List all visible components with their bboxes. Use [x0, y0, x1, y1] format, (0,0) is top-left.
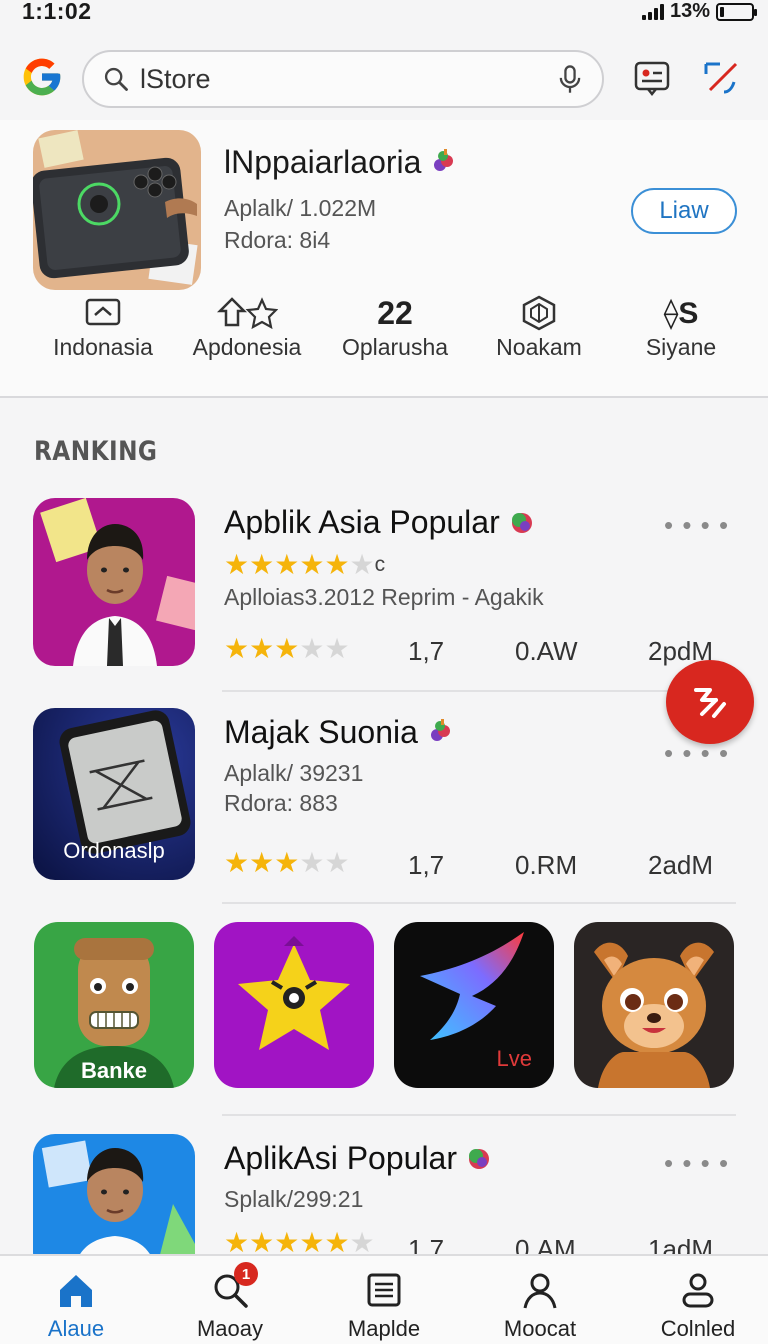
stat-size: 2adM — [648, 850, 714, 880]
meta-item-device: Indonasia — [28, 294, 178, 361]
grid-app[interactable] — [214, 922, 374, 1088]
profile-icon — [682, 1273, 714, 1308]
featured-app-line2: Rdora: 8i4 — [224, 227, 331, 253]
battery-percent: 13% — [669, 0, 710, 22]
install-button[interactable]: Liaw — [631, 188, 737, 234]
featured-app-meta: Aplalk/ 1.022M Rdora: 8i4 — [224, 192, 376, 256]
search-query[interactable]: lStore — [140, 64, 556, 95]
notification-badge: 1 — [234, 1262, 258, 1286]
bottom-navigation: Alaue 1 Maoay Maplde Moocat Colnled — [0, 1254, 768, 1344]
meta-item-size: ⟠S Siyane — [645, 296, 717, 361]
grid-app[interactable] — [574, 922, 734, 1088]
app-thumbnail[interactable] — [33, 1134, 195, 1254]
device-icon — [85, 298, 121, 326]
share-icon — [694, 688, 726, 718]
more-options-icon[interactable]: • • • • — [664, 510, 729, 541]
status-bar: 1:1:02 13% — [0, 0, 768, 26]
mic-icon[interactable] — [556, 63, 584, 95]
section-divider — [0, 396, 768, 398]
ranking-item[interactable]: Apblik Asia Popular ★ ★ ★ ★ ★ ★ c Aplloias3.2… — [0, 498, 768, 688]
status-time: 1:1:02 — [22, 0, 92, 24]
row-divider — [222, 690, 736, 692]
edit-icon[interactable] — [702, 58, 742, 98]
nav-item-list[interactable]: Maplde — [324, 1270, 444, 1342]
app-meta-secondary: Rdora: 883 — [224, 790, 338, 816]
app-title[interactable]: Apblik Asia Popular — [224, 504, 535, 541]
app-grid: Banke Lve — [0, 922, 768, 1090]
list-icon — [367, 1273, 401, 1307]
status-indicators: 13% — [641, 0, 757, 23]
nav-item-search[interactable]: 1 Maoay — [170, 1262, 290, 1342]
search-icon — [104, 67, 128, 91]
featured-app[interactable]: lNppaiarlaoria Aplalk/ 1.022M Rdora: 8i4… — [0, 120, 768, 396]
grid-app[interactable]: Banke — [34, 922, 194, 1088]
app-title[interactable]: Majak Suonia — [224, 714, 453, 751]
meta-item-rating: Apdonesia — [172, 294, 322, 361]
grid-app-label: Banke — [80, 1058, 148, 1083]
app-title[interactable]: AplikAsi Popular — [224, 1140, 492, 1177]
profile-card-icon[interactable] — [632, 58, 672, 98]
person-icon — [523, 1273, 557, 1309]
stat-downloads: 0.AM — [515, 1234, 576, 1254]
featured-app-title[interactable]: lNppaiarlaoria — [224, 144, 456, 181]
app-meta: Aplloias3.2012 Reprim - Agakik — [224, 584, 544, 610]
star-rating: ★ ★ ★ ★ ★ ★ c — [224, 549, 386, 580]
grid-app[interactable]: Lve — [394, 922, 554, 1088]
ranking-item[interactable]: Ordonaslp Majak Suonia Aplalk/ 39231 Rdo… — [0, 708, 768, 898]
nav-item-profile[interactable]: Colnled — [638, 1270, 758, 1342]
app-thumbnail[interactable] — [33, 498, 195, 666]
shield-icon — [522, 295, 556, 331]
stat-rating: 1,7 — [408, 850, 445, 880]
section-title-ranking: RANKING — [34, 436, 158, 467]
app-badge-icon — [511, 513, 532, 533]
thumb-label: Ordonaslp — [63, 838, 165, 863]
ranking-item[interactable]: AplikAsi Popular Splalk/299:21 ★ ★ ★ ★ ★ ★ 1,… — [0, 1134, 768, 1254]
battery-icon — [716, 2, 757, 21]
signal-icon — [641, 3, 664, 20]
stat-size: 1adM — [648, 1234, 714, 1254]
star-rating: ★ ★ ★ ★ ★ — [224, 847, 350, 878]
stat-rating: 1,7 — [408, 636, 445, 666]
star-rating: ★ ★ ★ ★ ★ — [224, 633, 350, 664]
stat-downloads: 0.RM — [515, 850, 578, 880]
meta-item-shield: Noakam — [464, 294, 614, 361]
top-bar: lStore — [0, 40, 768, 120]
meta-item-count: 22 Oplarusha — [341, 294, 449, 361]
grid-app-label: Lve — [496, 1046, 532, 1071]
featured-meta-row: Indonasia Apdonesia 22 Oplarusha Noakam … — [0, 294, 768, 374]
app-badge-icon — [434, 149, 454, 171]
google-logo-icon[interactable] — [20, 55, 64, 99]
star-rating: ★ ★ ★ ★ ★ ★ — [224, 1227, 375, 1255]
app-badge-icon — [430, 719, 450, 741]
app-thumbnail[interactable]: Ordonaslp — [33, 708, 195, 880]
more-options-icon[interactable]: • • • • — [664, 1148, 729, 1179]
app-meta: Aplalk/ 39231 — [224, 760, 364, 786]
stat-rating: 1,7 — [408, 1234, 445, 1254]
search-bar[interactable]: lStore — [82, 50, 604, 108]
featured-app-line1: Aplalk/ 1.022M — [224, 195, 377, 221]
stat-downloads: 0.AW — [515, 636, 578, 666]
home-icon — [60, 1275, 92, 1307]
nav-item-account[interactable]: Moocat — [480, 1270, 600, 1342]
featured-app-image[interactable] — [33, 130, 201, 290]
app-badge-icon — [468, 1149, 489, 1169]
row-divider — [222, 902, 736, 904]
floating-action-button[interactable] — [666, 660, 754, 744]
app-meta: Splalk/299:21 — [224, 1186, 364, 1212]
row-divider — [222, 1114, 736, 1116]
rating-icon — [216, 297, 278, 330]
nav-item-home[interactable]: Alaue — [16, 1270, 136, 1342]
